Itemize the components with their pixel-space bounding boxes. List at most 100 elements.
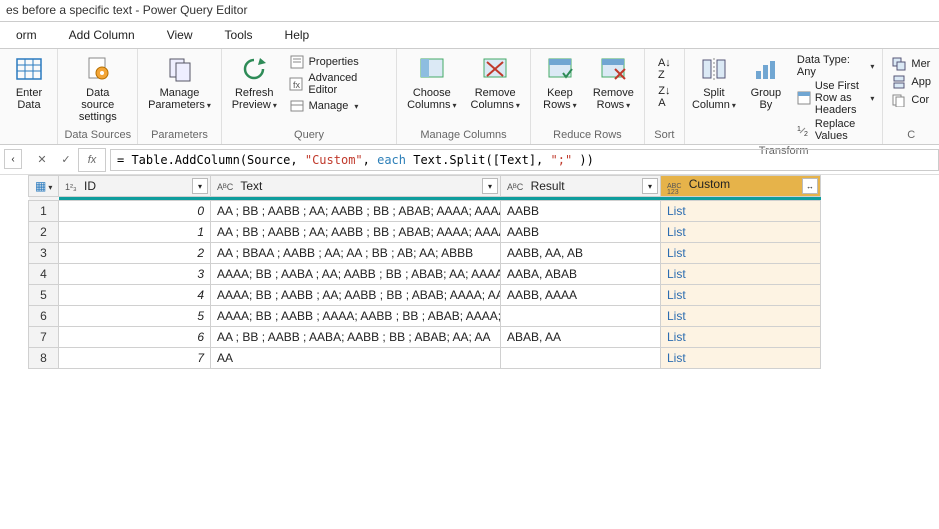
menu-add-column[interactable]: Add Column (53, 24, 151, 46)
table-icon: ▦ (35, 179, 46, 193)
refresh-preview-button[interactable]: Refresh Preview▾ (226, 51, 283, 113)
menu-tools[interactable]: Tools (209, 24, 269, 46)
group-by-button[interactable]: Group By (741, 51, 791, 113)
menu-transform[interactable]: orm (0, 24, 53, 46)
queries-pane-toggle[interactable]: ‹ (4, 149, 22, 169)
column-header-id-label: ID (84, 179, 96, 193)
enter-data-button[interactable]: Enter Data (4, 51, 54, 113)
data-grid[interactable]: ▦▾ 1²₃ ID ▾ AᴮC Text ▾ AᴮC Result ▾ (28, 175, 939, 529)
combine-files-button[interactable]: Cor (887, 91, 935, 109)
advanced-editor-button[interactable]: fx Advanced Editor (285, 71, 393, 97)
data-source-settings-button[interactable]: Data source settings (62, 51, 133, 125)
table-row[interactable]: 65AAAA; BB ; AABB ; AAAA; AABB ; BB ; AB… (29, 306, 821, 327)
table-row[interactable]: 32AA ; BBAA ; AABB ; AA; AA ; BB ; AB; A… (29, 243, 821, 264)
cell-result[interactable]: AABA, ABAB (501, 264, 661, 285)
sort-desc-button[interactable]: Z↓A (658, 85, 670, 109)
keep-rows-button[interactable]: Keep Rows▾ (535, 51, 585, 113)
commit-formula-button[interactable]: ✓ (54, 148, 78, 172)
cell-text[interactable]: AA ; BBAA ; AABB ; AA; AA ; BB ; AB; AA;… (211, 243, 501, 264)
choose-columns-button[interactable]: Choose Columns▾ (401, 51, 462, 113)
row-number[interactable]: 8 (29, 348, 59, 369)
manage-button[interactable]: Manage▾ (285, 97, 393, 115)
row-number[interactable]: 4 (29, 264, 59, 285)
menu-help[interactable]: Help (269, 24, 326, 46)
column-header-result[interactable]: AᴮC Result ▾ (501, 176, 661, 197)
column-filter-text[interactable]: ▾ (482, 178, 498, 194)
cell-id[interactable]: 6 (59, 327, 211, 348)
cell-text[interactable]: AA (211, 348, 501, 369)
cell-result[interactable] (501, 348, 661, 369)
cell-custom[interactable]: List (661, 222, 821, 243)
column-expand-custom[interactable]: ↔ (802, 178, 818, 194)
number-type-icon: 1²₃ (65, 182, 77, 192)
cell-id[interactable]: 4 (59, 285, 211, 306)
cell-text[interactable]: AAAA; BB ; AABA ; AA; AABB ; BB ; ABAB; … (211, 264, 501, 285)
row-number[interactable]: 2 (29, 222, 59, 243)
cell-custom[interactable]: List (661, 264, 821, 285)
column-header-custom[interactable]: ABC 123 Custom ↔ (661, 176, 821, 197)
append-icon (891, 74, 907, 90)
first-row-headers-button[interactable]: Use First Row as Headers▾ (793, 79, 879, 117)
row-number[interactable]: 5 (29, 285, 59, 306)
group-label-parameters: Parameters (142, 127, 217, 144)
cell-result[interactable]: AABB, AAAA (501, 285, 661, 306)
cell-custom[interactable]: List (661, 348, 821, 369)
cell-result[interactable]: AABB, AA, AB (501, 243, 661, 264)
cell-text[interactable]: AA ; BB ; AABB ; AA; AABB ; BB ; ABAB; A… (211, 222, 501, 243)
column-header-text[interactable]: AᴮC Text ▾ (211, 176, 501, 197)
table-row[interactable]: 10AA ; BB ; AABB ; AA; AABB ; BB ; ABAB;… (29, 201, 821, 222)
table-row[interactable]: 43AAAA; BB ; AABA ; AA; AABB ; BB ; ABAB… (29, 264, 821, 285)
column-header-id[interactable]: 1²₃ ID ▾ (59, 176, 211, 197)
cell-result[interactable] (501, 306, 661, 327)
row-number[interactable]: 6 (29, 306, 59, 327)
menu-view[interactable]: View (151, 24, 209, 46)
properties-button[interactable]: Properties (285, 53, 393, 71)
cell-custom[interactable]: List (661, 243, 821, 264)
combine-icon (891, 92, 907, 108)
table-row[interactable]: 54AAAA; BB ; AABB ; AA; AABB ; BB ; ABAB… (29, 285, 821, 306)
cell-id[interactable]: 5 (59, 306, 211, 327)
cell-text[interactable]: AAAA; BB ; AABB ; AAAA; AABB ; BB ; ABAB… (211, 306, 501, 327)
group-label-sort: Sort (649, 127, 680, 144)
cell-id[interactable]: 1 (59, 222, 211, 243)
table-row[interactable]: 76AA ; BB ; AABB ; AABA; AABB ; BB ; ABA… (29, 327, 821, 348)
replace-values-label: Replace Values (815, 118, 875, 142)
remove-columns-button[interactable]: Remove Columns▾ (465, 51, 526, 113)
remove-rows-button[interactable]: Remove Rows▾ (587, 51, 640, 113)
cell-id[interactable]: 2 (59, 243, 211, 264)
column-filter-id[interactable]: ▾ (192, 178, 208, 194)
cell-id[interactable]: 7 (59, 348, 211, 369)
cell-result[interactable]: ABAB, AA (501, 327, 661, 348)
split-column-button[interactable]: Split Column▾ (689, 51, 739, 113)
table-corner-button[interactable]: ▦▾ (29, 176, 59, 197)
remove-rows-label: Remove Rows▾ (593, 87, 634, 111)
cancel-formula-button[interactable]: ✕ (30, 148, 54, 172)
replace-values-button[interactable]: 12 Replace Values (793, 117, 879, 143)
column-filter-result[interactable]: ▾ (642, 178, 658, 194)
cell-custom[interactable]: List (661, 201, 821, 222)
cell-custom[interactable]: List (661, 285, 821, 306)
cell-id[interactable]: 3 (59, 264, 211, 285)
append-queries-button[interactable]: App (887, 73, 935, 91)
cell-text[interactable]: AAAA; BB ; AABB ; AA; AABB ; BB ; ABAB; … (211, 285, 501, 306)
cell-result[interactable]: AABB (501, 222, 661, 243)
table-row[interactable]: 21AA ; BB ; AABB ; AA; AABB ; BB ; ABAB;… (29, 222, 821, 243)
merge-queries-button[interactable]: Mer (887, 55, 935, 73)
table-row[interactable]: 87AA List (29, 348, 821, 369)
cell-text[interactable]: AA ; BB ; AABB ; AABA; AABB ; BB ; ABAB;… (211, 327, 501, 348)
formula-input[interactable]: = Table.AddColumn(Source, "Custom" , eac… (110, 149, 939, 171)
text-type-icon: AᴮC (507, 182, 523, 192)
cell-text[interactable]: AA ; BB ; AABB ; AA; AABB ; BB ; ABAB; A… (211, 201, 501, 222)
formula-token: "Custom" (305, 153, 363, 167)
cell-custom[interactable]: List (661, 327, 821, 348)
chevron-left-icon: ‹ (11, 154, 14, 165)
cell-custom[interactable]: List (661, 306, 821, 327)
manage-parameters-button[interactable]: Manage Parameters▾ (142, 51, 217, 113)
data-type-dropdown[interactable]: Data Type: Any▾ (793, 53, 879, 79)
row-number[interactable]: 7 (29, 327, 59, 348)
cell-id[interactable]: 0 (59, 201, 211, 222)
sort-asc-button[interactable]: A↓Z (658, 57, 671, 81)
row-number[interactable]: 1 (29, 201, 59, 222)
cell-result[interactable]: AABB (501, 201, 661, 222)
row-number[interactable]: 3 (29, 243, 59, 264)
